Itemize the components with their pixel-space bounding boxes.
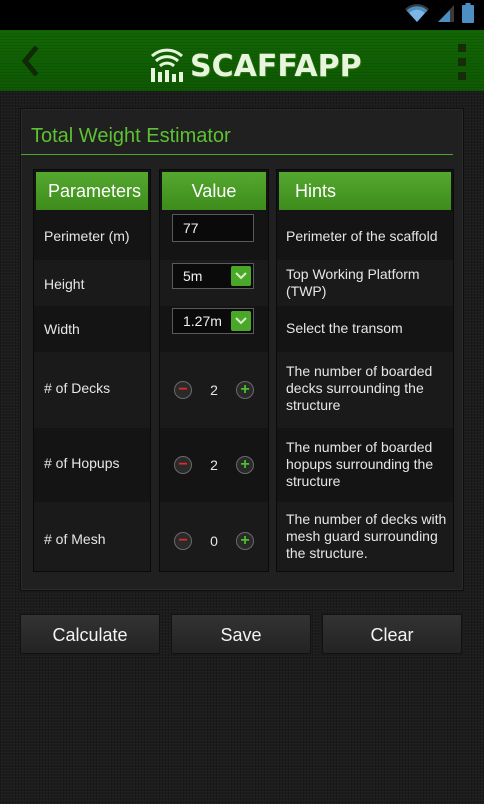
value-row: 77 (160, 212, 268, 260)
mesh-value: 0 (210, 533, 218, 549)
panel-title: Total Weight Estimator (31, 125, 231, 147)
hopups-increment-button[interactable]: + (236, 456, 254, 474)
clear-button[interactable]: Clear (322, 614, 462, 654)
hint-mesh: The number of decks with mesh guard surr… (286, 511, 447, 561)
param-label-width: Width (44, 321, 80, 337)
weight-estimator-panel: Total Weight Estimator Parameters Perime… (20, 108, 464, 591)
signal-icon (436, 3, 456, 28)
overflow-menu-button[interactable] (454, 44, 470, 80)
perimeter-input[interactable]: 77 (172, 214, 254, 242)
mesh-decrement-button[interactable]: − (174, 532, 192, 550)
hint-row: Top Working Platform (TWP) (277, 260, 453, 306)
status-bar (0, 0, 484, 30)
hint-row: Select the transom (277, 306, 453, 352)
value-row: 1.27m (160, 306, 268, 352)
menu-dot-icon (458, 44, 466, 52)
hint-hopups: The number of boarded hopups surrounding… (286, 439, 434, 489)
mesh-stepper: − 0 + (172, 532, 258, 554)
hint-row: The number of decks with mesh guard surr… (277, 502, 453, 571)
param-label-decks: # of Decks (44, 380, 111, 396)
menu-dot-icon (458, 72, 466, 80)
decks-decrement-button[interactable]: − (174, 381, 192, 399)
hint-height: Top Working Platform (TWP) (286, 266, 420, 299)
hints-column: Hints Perimeter of the scaffold Top Work… (276, 169, 454, 572)
save-button[interactable]: Save (171, 614, 311, 654)
hint-perimeter: Perimeter of the scaffold (286, 228, 438, 244)
decks-value: 2 (210, 382, 218, 398)
hopups-stepper: − 2 + (172, 456, 258, 478)
param-row: # of Hopups (34, 428, 150, 502)
hopups-value: 2 (210, 457, 218, 473)
dropdown-icon (231, 311, 251, 331)
param-label-height: Height (44, 276, 85, 292)
param-label-hopups: # of Hopups (44, 455, 120, 471)
app-title: SCAFFAPP (190, 49, 362, 84)
hint-row: The number of boarded decks surrounding … (277, 352, 453, 428)
param-row: # of Decks (34, 352, 150, 428)
hint-row: The number of boarded hopups surrounding… (277, 428, 453, 502)
mesh-increment-button[interactable]: + (236, 532, 254, 550)
param-row: # of Mesh (34, 502, 150, 571)
parameters-header: Parameters (36, 172, 148, 210)
height-select-value: 5m (183, 268, 203, 284)
parameters-column: Parameters Perimeter (m) Height Width # … (33, 169, 151, 572)
value-row: − 2 + (160, 428, 268, 502)
width-select[interactable]: 1.27m (172, 308, 254, 334)
width-select-value: 1.27m (183, 313, 222, 329)
wifi-icon (404, 3, 430, 28)
battery-icon (462, 2, 474, 28)
values-column: Value 77 5m 1.27m − 2 + − 2 + − 0 + (159, 169, 269, 572)
hint-width: Select the transom (286, 320, 403, 336)
chevron-left-icon (21, 46, 39, 76)
dropdown-icon (231, 266, 251, 286)
hint-decks: The number of boarded decks surrounding … (286, 363, 433, 413)
hopups-decrement-button[interactable]: − (174, 456, 192, 474)
height-select[interactable]: 5m (172, 263, 254, 289)
app-bar: SCAFFAPP (0, 30, 484, 91)
value-row: 5m (160, 260, 268, 306)
hint-row: Perimeter of the scaffold (277, 212, 453, 260)
app-logo: SCAFFAPP (148, 40, 362, 84)
decks-increment-button[interactable]: + (236, 381, 254, 399)
menu-dot-icon (458, 58, 466, 66)
title-divider (21, 154, 453, 155)
calculate-button[interactable]: Calculate (20, 614, 160, 654)
param-row: Width (34, 306, 150, 352)
param-row: Perimeter (m) (34, 212, 150, 260)
value-header: Value (162, 172, 266, 210)
value-row: − 0 + (160, 502, 268, 571)
decks-stepper: − 2 + (172, 381, 258, 403)
hints-header: Hints (279, 172, 451, 210)
param-row: Height (34, 260, 150, 306)
param-label-perimeter: Perimeter (m) (44, 228, 130, 244)
value-row: − 2 + (160, 352, 268, 428)
back-button[interactable] (14, 44, 46, 78)
param-label-mesh: # of Mesh (44, 531, 106, 547)
scaffold-logo-icon (150, 48, 184, 82)
